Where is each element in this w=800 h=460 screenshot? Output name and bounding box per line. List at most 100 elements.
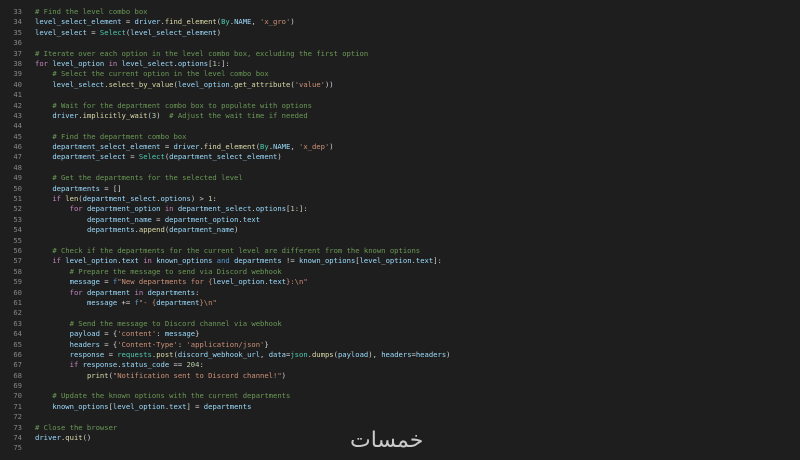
- line-text: if len(department_select.options) > 1:: [35, 194, 216, 204]
- code-line[interactable]: 56 # Check if the departments for the cu…: [0, 246, 450, 256]
- line-number: 37: [13, 48, 22, 58]
- code-line[interactable]: 38 for level_option in level_select.optio…: [0, 59, 450, 69]
- code-line[interactable]: 46 department_select_element = driver.fi…: [0, 142, 450, 152]
- code-token: len: [65, 194, 79, 204]
- code-line[interactable]: 52 for department_option in department_s…: [0, 204, 450, 214]
- code-line[interactable]: 63 # Send the message to Discord channel…: [0, 319, 450, 329]
- line-text: if level_option.text in known_options an…: [35, 256, 442, 266]
- code-token: = []: [99, 183, 122, 193]
- line-number: 34: [13, 17, 22, 27]
- code-line[interactable]: 72: [0, 412, 450, 422]
- code-token: driver: [35, 433, 61, 443]
- code-line[interactable]: 61 message += f"- {department}\n": [0, 298, 450, 308]
- code-line[interactable]: 35 level_select = Select(level_select_ele…: [0, 28, 450, 38]
- line-text: level_select.select_by_value(level_optio…: [35, 80, 333, 90]
- code-token: ): [446, 349, 451, 359]
- code-line[interactable]: 64 payload = {'content': message}: [0, 329, 450, 339]
- code-line[interactable]: 48: [0, 163, 450, 173]
- code-token: ==: [169, 360, 187, 370]
- code-line[interactable]: 50 departments = []: [0, 184, 450, 194]
- line-number: 65: [13, 339, 22, 349]
- code-token: Select: [99, 27, 126, 37]
- code-token: = {: [99, 339, 118, 349]
- code-line[interactable]: 53 department_name = department_option.t…: [0, 215, 450, 225]
- line-number: 55: [13, 235, 22, 245]
- code-editor[interactable]: 33 # Find the level combo box 34 level_sele…: [0, 0, 800, 460]
- code-token: departments: [86, 225, 135, 235]
- line-number: 74: [13, 433, 22, 443]
- code-line[interactable]: 69: [0, 381, 450, 391]
- code-line[interactable]: 54 departments.append(department_name): [0, 225, 450, 235]
- code-token: # Adjust the wait time if needed: [169, 110, 308, 120]
- code-token: department_option: [164, 214, 239, 224]
- code-token: departments: [203, 401, 252, 411]
- code-line[interactable]: 55: [0, 236, 450, 246]
- line-text: # Wait for the department combo box to p…: [35, 101, 312, 111]
- code-line[interactable]: 57 if level_option.text in known_options…: [0, 256, 450, 266]
- code-token: text: [268, 277, 287, 287]
- code-token: if: [52, 256, 61, 266]
- code-line[interactable]: 43 driver.implicitly_wait(3) # Adjust th…: [0, 111, 450, 121]
- code-token: and: [216, 256, 230, 266]
- code-line[interactable]: 49 # Get the departments for the selecte…: [0, 173, 450, 183]
- code-line[interactable]: 47 department_select = Select(department…: [0, 152, 450, 162]
- code-line[interactable]: 68 print("Notification sent to Discord c…: [0, 371, 450, 381]
- code-line[interactable]: 67 if response.status_code == 204:: [0, 360, 450, 370]
- code-token: driver: [134, 17, 161, 27]
- line-number: 60: [13, 287, 22, 297]
- code-line[interactable]: 62: [0, 308, 450, 318]
- code-token: for: [35, 58, 48, 68]
- code-token: department_select_element: [169, 152, 278, 162]
- line-text: # Find the level combo box: [35, 7, 148, 17]
- line-number: 52: [13, 204, 22, 214]
- code-line[interactable]: 59 message = f"New departments for {leve…: [0, 277, 450, 287]
- code-line[interactable]: 36: [0, 38, 450, 48]
- code-token: in: [134, 287, 144, 297]
- code-line[interactable]: 51 if len(department_select.options) > 1…: [0, 194, 450, 204]
- code-token: departments: [234, 256, 282, 266]
- code-token: }: [195, 329, 200, 339]
- code-token: quit: [65, 433, 83, 443]
- code-line[interactable]: 37 # Iterate over each option in the leve…: [0, 49, 450, 59]
- code-token: =: [125, 152, 139, 162]
- code-token: :: [195, 287, 200, 297]
- code-token: data: [268, 349, 287, 359]
- code-line[interactable]: 40 level_select.select_by_value(level_op…: [0, 80, 450, 90]
- line-number: 50: [13, 183, 22, 193]
- code-line[interactable]: 70 # Update the known options with the c…: [0, 391, 450, 401]
- line-number: 54: [13, 225, 22, 235]
- code-line[interactable]: 66 response = requests.post(discord_webh…: [0, 350, 450, 360]
- code-token: =: [160, 142, 174, 152]
- code-line[interactable]: 44: [0, 121, 450, 131]
- line-number: 64: [13, 329, 22, 339]
- line-number: 47: [13, 152, 22, 162]
- code-line[interactable]: 39 # Select the current option in the le…: [0, 69, 450, 79]
- code-line[interactable]: 34 level_select_element = driver.find_ele…: [0, 17, 450, 27]
- code-token: # Iterate over each option in the level …: [35, 48, 369, 58]
- code-token: ): [290, 17, 295, 27]
- line-number: 39: [13, 69, 22, 79]
- code-line[interactable]: 33 # Find the level combo box: [0, 7, 450, 17]
- code-line[interactable]: 60 for department in departments:: [0, 288, 450, 298]
- code-line[interactable]: 71 known_options[level_option.text] = de…: [0, 402, 450, 412]
- code-token: "Notification sent to Discord channel!": [112, 370, 282, 380]
- code-token: department: [86, 287, 131, 297]
- code-line[interactable]: 58 # Prepare the message to send via Dis…: [0, 267, 450, 277]
- code-line[interactable]: 42 # Wait for the department combo box t…: [0, 101, 450, 111]
- code-token: find_element: [203, 142, 256, 152]
- code-line[interactable]: 41: [0, 90, 450, 100]
- code-token: =: [86, 27, 100, 37]
- code-line[interactable]: 45 # Find the department combo box: [0, 132, 450, 142]
- code-line[interactable]: 65 headers = {'Content-Type': 'applicati…: [0, 340, 450, 350]
- code-token: 'x_dep': [299, 142, 330, 152]
- line-number: 33: [13, 7, 22, 16]
- code-token: implicitly_wait: [82, 110, 148, 120]
- code-area[interactable]: 33 # Find the level combo box 34 level_sele…: [0, 7, 450, 454]
